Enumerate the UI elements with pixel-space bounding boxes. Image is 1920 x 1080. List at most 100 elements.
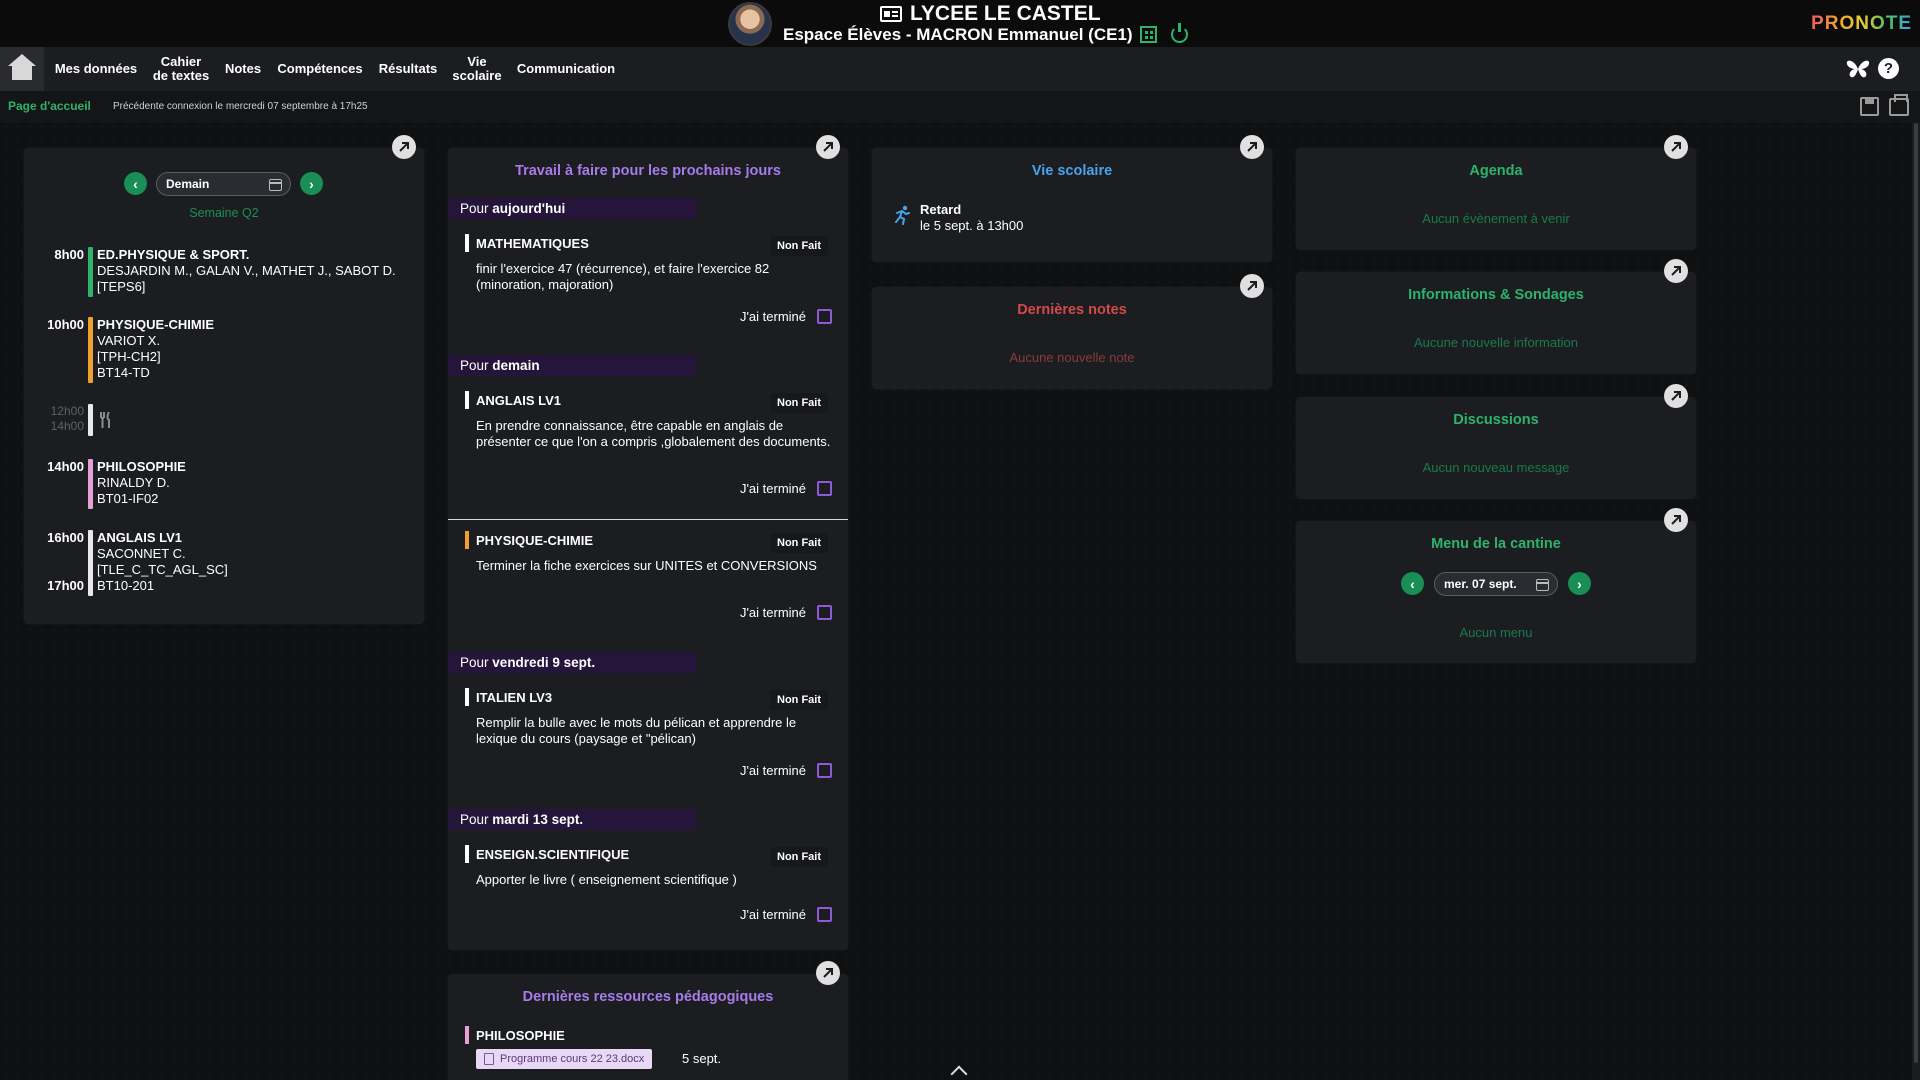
infos-empty-message: Aucune nouvelle information <box>1413 335 1579 350</box>
running-late-icon <box>895 205 910 225</box>
expand-arrow-icon <box>399 142 409 152</box>
save-icon[interactable] <box>1860 97 1879 116</box>
nav-vie-scolaire[interactable]: Vie scolaire <box>450 47 504 91</box>
schedule-date-picker[interactable]: Demain <box>156 172 291 196</box>
expand-infos-button[interactable] <box>1664 259 1688 283</box>
document-icon <box>484 1053 494 1065</box>
avatar[interactable] <box>728 2 772 46</box>
status-badge: Non Fait <box>770 690 828 710</box>
schedule-details: ED.PHYSIQUE & SPORT. DESJARDIN M., GALAN… <box>97 247 396 295</box>
nav-competences[interactable]: Compétences <box>274 47 366 91</box>
resources-widget: Dernières ressources pédagogiques PHILOS… <box>448 961 848 1080</box>
course-title: ED.PHYSIQUE & SPORT. <box>97 247 250 262</box>
event-date: le 5 sept. à 13h00 <box>920 218 1024 233</box>
status-badge: Non Fait <box>770 847 828 867</box>
main-nav: Mes données Cahier de textes Notes Compé… <box>0 47 1920 91</box>
page-title: Page d'accueil <box>8 99 91 113</box>
nav-communication[interactable]: Communication <box>514 47 618 91</box>
expand-cantine-button[interactable] <box>1664 508 1688 532</box>
homework-subject: ANGLAIS LV1 <box>476 393 561 408</box>
done-checkbox[interactable] <box>817 907 832 922</box>
nav-notes[interactable]: Notes <box>222 47 264 91</box>
calendar-icon <box>269 179 282 191</box>
infos-widget: Informations & Sondages Aucune nouvelle … <box>1296 259 1696 374</box>
school-name: LYCEE LE CASTEL <box>910 2 1101 25</box>
done-checkbox[interactable] <box>817 605 832 620</box>
qr-code-icon[interactable] <box>1140 26 1157 43</box>
schedule-time: 16h00 <box>47 530 84 545</box>
cantine-date-picker[interactable]: mer. 07 sept. <box>1434 572 1558 596</box>
week-label: Semaine Q2 <box>189 206 259 220</box>
course-line: BT01-IF02 <box>97 491 159 506</box>
section-prefix: Pour <box>460 812 489 827</box>
homework-subject: ITALIEN LV3 <box>476 690 553 705</box>
course-color-bar <box>88 459 93 509</box>
expand-arrow-icon <box>1671 391 1681 401</box>
status-badge: Non Fait <box>770 236 828 256</box>
expand-vie-scolaire-button[interactable] <box>1240 135 1264 159</box>
schedule-entry[interactable]: 10h00 PHYSIQUE-CHIMIE VARIOT X. [TPH-CH2… <box>24 317 424 383</box>
course-color-bar <box>88 530 93 596</box>
scroll-up-icon[interactable] <box>950 1065 968 1080</box>
agenda-widget: Agenda Aucun évènement à venir <box>1296 135 1696 250</box>
vie-scolaire-widget: Vie scolaire Retard le 5 sept. à 13h00 <box>872 135 1272 262</box>
schedule-entry[interactable]: 16h00 17h00 ANGLAIS LV1 SACONNET C. [TLE… <box>24 530 424 596</box>
item-divider <box>448 519 848 520</box>
resource-file-chip[interactable]: Programme cours 22 23.docx <box>476 1049 653 1069</box>
expand-arrow-icon <box>1671 515 1681 525</box>
expand-homework-button[interactable] <box>816 135 840 159</box>
chevron-left-icon: ‹ <box>1410 575 1415 592</box>
expand-notes-button[interactable] <box>1240 274 1264 298</box>
notes-empty-message: Aucune nouvelle note <box>1009 350 1135 365</box>
nav-resultats[interactable]: Résultats <box>376 47 440 91</box>
expand-resources-button[interactable] <box>816 961 840 985</box>
prev-menu-day-button[interactable]: ‹ <box>1401 572 1424 595</box>
next-menu-day-button[interactable]: › <box>1568 572 1591 595</box>
id-card-icon <box>880 6 902 22</box>
home-button[interactable] <box>0 47 44 91</box>
schedule-entry[interactable]: 14h00 PHILOSOPHIE RINALDY D. BT01-IF02 <box>24 459 424 509</box>
lunch-break: 12h00 14h00 <box>24 404 424 436</box>
section-when: aujourd'hui <box>492 201 566 216</box>
homework-section-header: Pour aujourd'hui <box>448 198 696 219</box>
course-line: SACONNET C. <box>97 546 186 561</box>
butterfly-icon[interactable] <box>1846 58 1870 80</box>
nav-cahier-de-textes[interactable]: Cahier de textes <box>146 47 216 91</box>
discussions-empty-message: Aucun nouveau message <box>1422 460 1570 475</box>
expand-discussions-button[interactable] <box>1664 384 1688 408</box>
done-checkbox[interactable] <box>817 309 832 324</box>
schedule-date-value: Demain <box>166 177 210 191</box>
expand-agenda-button[interactable] <box>1664 135 1688 159</box>
done-label: J'ai terminé <box>739 907 806 922</box>
next-day-button[interactable]: › <box>300 172 323 195</box>
user-space-label: Espace Élèves - MACRON Emmanuel (CE1) <box>783 25 1133 44</box>
done-checkbox[interactable] <box>817 763 832 778</box>
course-line: [TPH-CH2] <box>97 349 161 364</box>
page-scrollbar[interactable] <box>1912 123 1920 1080</box>
section-prefix: Pour <box>460 655 489 670</box>
expand-schedule-button[interactable] <box>392 135 416 159</box>
cutlery-icon <box>100 412 110 428</box>
course-title: PHYSIQUE-CHIMIE <box>97 317 215 332</box>
homework-description: En prendre connaissance, être capable en… <box>476 418 831 449</box>
done-checkbox[interactable] <box>817 481 832 496</box>
schedule-details: PHYSIQUE-CHIMIE VARIOT X. [TPH-CH2] BT14… <box>97 317 214 381</box>
print-icon[interactable] <box>1889 94 1909 116</box>
schedule-entry[interactable]: 8h00 ED.PHYSIQUE & SPORT. DESJARDIN M., … <box>24 247 424 297</box>
prev-day-button[interactable]: ‹ <box>124 172 147 195</box>
homework-item: MATHEMATIQUES Non Fait finir l'exercice … <box>448 234 848 324</box>
done-label: J'ai terminé <box>739 763 806 778</box>
homework-description: Terminer la fiche exercices sur UNITES e… <box>476 558 817 573</box>
nav-mes-donnees[interactable]: Mes données <box>52 47 140 91</box>
lunch-times: 12h00 14h00 <box>51 404 84 434</box>
homework-subject: PHYSIQUE-CHIMIE <box>476 533 594 548</box>
power-icon[interactable] <box>1171 23 1188 43</box>
expand-arrow-icon <box>1247 281 1257 291</box>
status-badge: Non Fait <box>770 393 828 413</box>
schedule-details: ANGLAIS LV1 SACONNET C. [TLE_C_TC_AGL_SC… <box>97 530 228 594</box>
schedule-time: 14h00 <box>47 459 84 474</box>
homework-item: ANGLAIS LV1 Non Fait En prendre connaiss… <box>448 391 848 496</box>
cantine-title: Menu de la cantine <box>1431 536 1561 552</box>
help-icon[interactable]: ? <box>1878 58 1899 79</box>
resource-date: 5 sept. <box>682 1051 722 1066</box>
